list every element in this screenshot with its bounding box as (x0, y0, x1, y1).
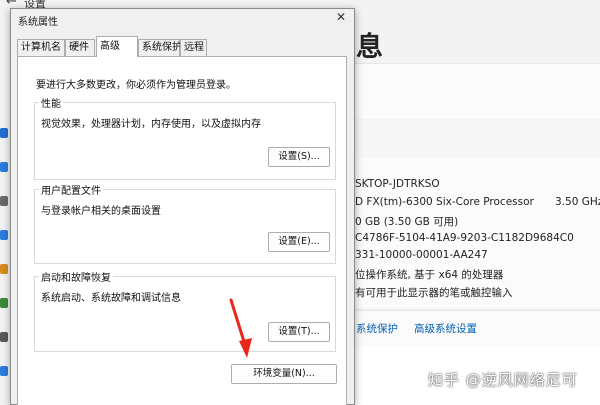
annotation-arrow-icon (229, 298, 252, 358)
tab-advanced[interactable]: 高级 (96, 36, 138, 57)
